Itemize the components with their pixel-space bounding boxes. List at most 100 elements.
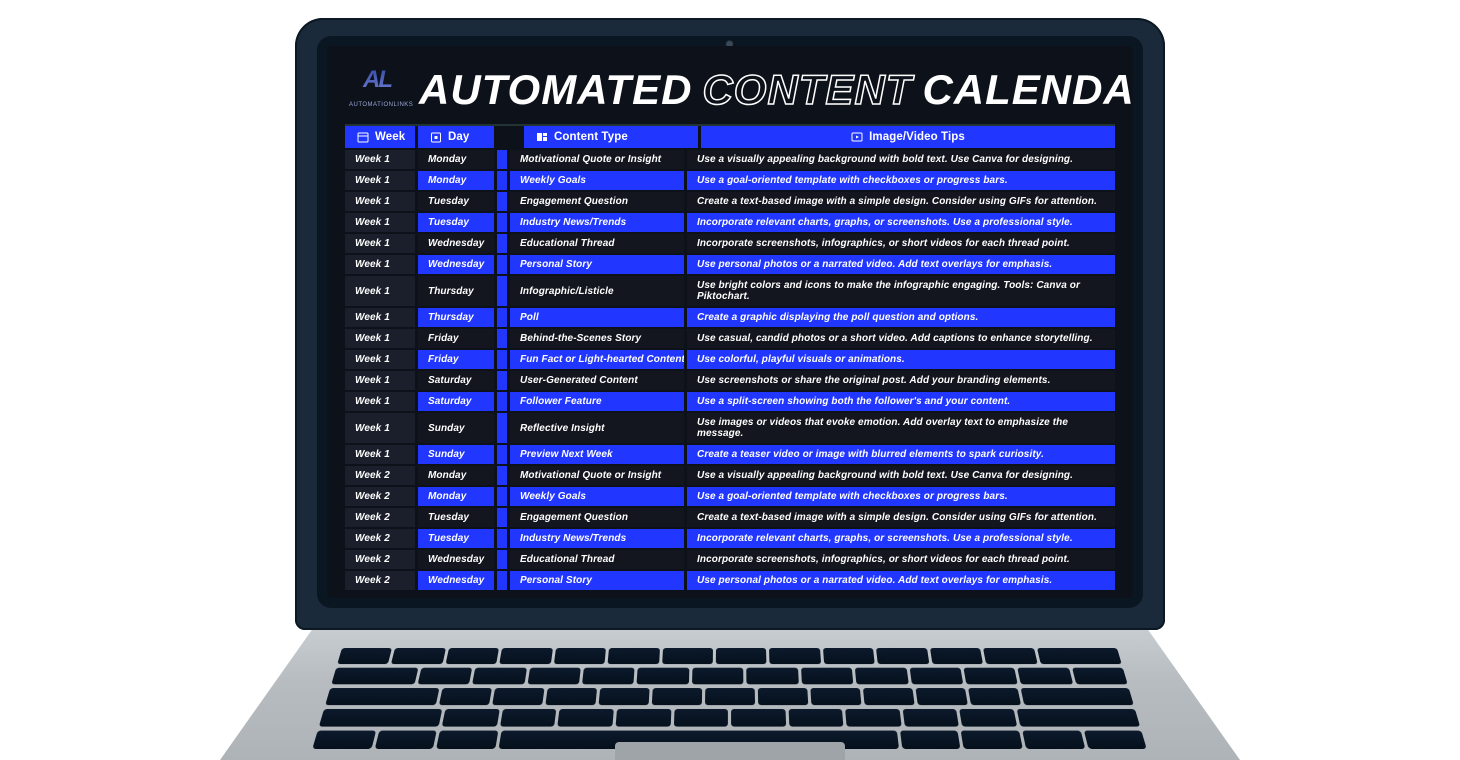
title-word-3: CALENDAR <box>922 66 1133 114</box>
cell-content-type: Personal Story <box>510 571 684 590</box>
cell-spacer <box>497 487 507 506</box>
table-row: Week 2TuesdayEngagement QuestionCreate a… <box>345 508 1115 527</box>
cell-tips: Use casual, candid photos or a short vid… <box>687 329 1115 348</box>
cell-spacer <box>497 392 507 411</box>
cell-tips: Incorporate screenshots, infographics, o… <box>687 234 1115 253</box>
cell-content-type: Personal Story <box>510 255 684 274</box>
cell-content-type: Educational Thread <box>510 550 684 569</box>
cell-week: Week 1 <box>345 371 415 390</box>
table-row: Week 1ThursdayPollCreate a graphic displ… <box>345 308 1115 327</box>
table-row: Week 1SaturdayFollower FeatureUse a spli… <box>345 392 1115 411</box>
cell-spacer <box>497 445 507 464</box>
cell-content-type: Infographic/Listicle <box>510 276 684 306</box>
cell-spacer <box>497 276 507 306</box>
cell-content-type: Educational Thread <box>510 234 684 253</box>
cell-tips: Use a visually appealing background with… <box>687 150 1115 169</box>
cell-week: Week 2 <box>345 571 415 590</box>
cell-spacer <box>497 171 507 190</box>
cell-content-type: Engagement Question <box>510 192 684 211</box>
cell-content-type: Weekly Goals <box>510 171 684 190</box>
cell-spacer <box>497 234 507 253</box>
cell-content-type: User-Generated Content <box>510 371 684 390</box>
cell-tips: Use personal photos or a narrated video.… <box>687 571 1115 590</box>
cell-spacer <box>497 571 507 590</box>
cell-week: Week 1 <box>345 171 415 190</box>
cell-content-type: Reflective Insight <box>510 413 684 443</box>
cell-content-type: Motivational Quote or Insight <box>510 150 684 169</box>
table-row: Week 1Wednesday Personal StoryUse persona… <box>345 255 1115 274</box>
cell-tips: Incorporate relevant charts, graphs, or … <box>687 529 1115 548</box>
screen-bezel: AL AUTOMATIONLINKS AUTOMATED CONTENT CAL… <box>317 36 1143 608</box>
table-row: Week 1TuesdayIndustry News/TrendsIncorpo… <box>345 213 1115 232</box>
cell-tips: Use a goal-oriented template with checkb… <box>687 487 1115 506</box>
cell-day: Wednesday <box>418 234 494 253</box>
cell-day: Thursday <box>418 276 494 306</box>
cell-tips: Create a graphic displaying the poll que… <box>687 308 1115 327</box>
cell-content-type: Engagement Question <box>510 508 684 527</box>
title-word-1: AUTOMATED <box>419 66 692 114</box>
cell-tips: Incorporate screenshots, infographics, o… <box>687 550 1115 569</box>
col-header-day: Day <box>418 126 494 148</box>
cell-tips: Create a text-based image with a simple … <box>687 508 1115 527</box>
cell-tips: Use screenshots or share the original po… <box>687 371 1115 390</box>
cell-tips: Use colorful, playful visuals or animati… <box>687 350 1115 369</box>
cell-week: Week 1 <box>345 308 415 327</box>
cell-day: Monday <box>418 150 494 169</box>
cell-content-type: Follower Feature <box>510 392 684 411</box>
table-row: Week 2Wednesday Personal StoryUse persona… <box>345 571 1115 590</box>
cell-day: Wednesday <box>418 255 494 274</box>
cell-tips: Create a teaser video or image with blur… <box>687 445 1115 464</box>
logo-subtext: AUTOMATIONLINKS <box>349 102 413 108</box>
table-row: Week 2TuesdayIndustry News/TrendsIncorpo… <box>345 529 1115 548</box>
cell-tips: Use a visually appealing background with… <box>687 466 1115 485</box>
cell-day: Monday <box>418 466 494 485</box>
cell-tips: Use personal photos or a narrated video.… <box>687 255 1115 274</box>
cell-day: Saturday <box>418 392 494 411</box>
cell-day: Friday <box>418 329 494 348</box>
cell-spacer <box>497 466 507 485</box>
cell-day: Monday <box>418 487 494 506</box>
cell-tips: Use a goal-oriented template with checkb… <box>687 171 1115 190</box>
table-row: Week 1TuesdayEngagement QuestionCreate a… <box>345 192 1115 211</box>
table-row: Week 1FridayFun Fact or Light-hearted Co… <box>345 350 1115 369</box>
table-row: Week 1Wednesday Educational ThreadIncorpo… <box>345 234 1115 253</box>
logo: AL AUTOMATIONLINKS <box>349 69 405 111</box>
title-word-2: CONTENT <box>702 66 912 114</box>
cell-content-type: Preview Next Week <box>510 445 684 464</box>
cell-week: Week 1 <box>345 276 415 306</box>
cell-week: Week 1 <box>345 234 415 253</box>
header: AL AUTOMATIONLINKS AUTOMATED CONTENT CAL… <box>345 62 1115 124</box>
image-video-icon <box>851 131 863 143</box>
cell-day: Tuesday <box>418 192 494 211</box>
page-title: AUTOMATED CONTENT CALENDAR <box>419 66 1133 114</box>
display: AL AUTOMATIONLINKS AUTOMATED CONTENT CAL… <box>327 46 1133 598</box>
cell-content-type: Industry News/Trends <box>510 213 684 232</box>
cell-spacer <box>497 350 507 369</box>
cell-content-type: Behind-the-Scenes Story <box>510 329 684 348</box>
cell-day: Thursday <box>418 308 494 327</box>
table-row: Week 1MondayWeekly GoalsUse a goal-orien… <box>345 171 1115 190</box>
cell-week: Week 1 <box>345 255 415 274</box>
table-row: Week 1SundayReflective InsightUse images… <box>345 413 1115 443</box>
cell-tips: Incorporate relevant charts, graphs, or … <box>687 213 1115 232</box>
laptop-mockup: AL AUTOMATIONLINKS AUTOMATED CONTENT CAL… <box>295 18 1165 760</box>
table-row: Week 2WednesdayEducational ThreadIncorpo… <box>345 550 1115 569</box>
cell-day: Friday <box>418 350 494 369</box>
cell-week: Week 2 <box>345 529 415 548</box>
cell-spacer <box>497 550 507 569</box>
cell-spacer <box>497 508 507 527</box>
cell-tips: Create a text-based image with a simple … <box>687 192 1115 211</box>
table-header-row: Week Day Cont <box>345 126 1115 148</box>
table-row: Week 2MondayMotivational Quote or Insigh… <box>345 466 1115 485</box>
cell-spacer <box>497 150 507 169</box>
cell-week: Week 1 <box>345 413 415 443</box>
cell-spacer <box>497 329 507 348</box>
cell-content-type: Motivational Quote or Insight <box>510 466 684 485</box>
cell-week: Week 2 <box>345 487 415 506</box>
col-header-week: Week <box>345 126 415 148</box>
laptop-lid: AL AUTOMATIONLINKS AUTOMATED CONTENT CAL… <box>295 18 1165 630</box>
cell-day: Saturday <box>418 371 494 390</box>
cell-day: Sunday <box>418 445 494 464</box>
cell-week: Week 1 <box>345 329 415 348</box>
cell-day: Wednesday <box>418 571 494 590</box>
